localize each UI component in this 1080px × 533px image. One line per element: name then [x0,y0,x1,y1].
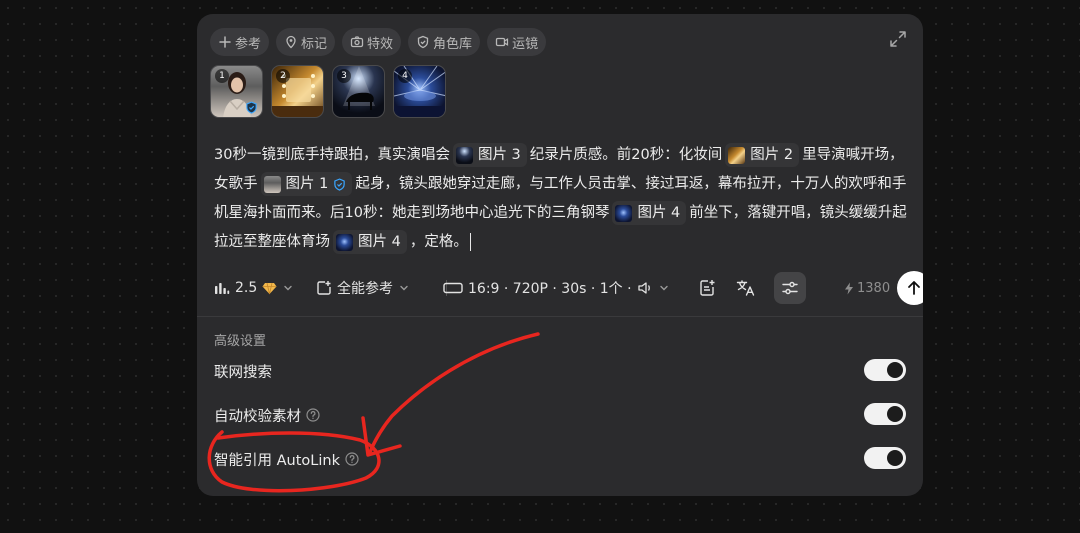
camera-movement-button[interactable]: 运镜 [487,28,547,56]
reference-thumbnail-1[interactable]: 1 [210,65,263,118]
reference-chip-label: 图片 4 [637,204,681,221]
toggle-knob [887,406,903,422]
reference-chip-label: 图片 4 [358,233,401,250]
reference-chip-image [728,146,746,164]
autolink-toggle[interactable] [864,447,906,469]
image-reference-chip-4b[interactable]: 图片 4 [333,230,407,254]
toggle-knob [887,362,903,378]
verified-shield-icon [246,101,257,114]
add-reference-button[interactable]: 参考 [210,28,270,56]
reference-thumbnail-2[interactable]: 2 [271,65,324,118]
translate-button[interactable] [730,272,762,304]
section-divider [197,316,923,317]
thumbnail-number: 1 [215,69,229,83]
aspect-ratio-icon [443,282,463,294]
bar-chart-icon [215,283,230,294]
reference-chip-image [455,146,473,164]
help-icon[interactable] [345,452,359,466]
prompt-segment: 纪录片质感。前20秒：化妆间 [529,147,723,163]
plus-icon [219,36,231,48]
add-reference-label: 参考 [235,36,262,52]
setting-label: 自动校验素材 [214,408,301,425]
chevron-down-icon [659,285,668,291]
prompt-notes-button[interactable] [691,272,723,304]
reference-chip-label: 图片 2 [750,146,794,163]
character-library-label: 角色库 [433,36,473,52]
diamond-icon [262,282,277,294]
reference-chip-image [336,233,353,251]
help-icon[interactable] [306,408,320,422]
speaker-icon [637,282,650,294]
expand-icon[interactable] [889,30,907,48]
auto-verify-toggle[interactable] [864,403,906,425]
video-camera-icon [495,37,509,47]
translate-icon [736,280,755,296]
reference-mode-select[interactable]: 全能参考 [316,271,410,305]
advanced-settings-title: 高级设置 [214,334,267,349]
thumbnail-number: 2 [276,69,290,83]
output-settings-select[interactable]: 16:9 · 720P · 30s · 1个 · [443,271,670,305]
thumbnail-number: 3 [337,69,351,83]
chevron-down-icon [400,285,408,291]
model-version-label: 2.5 [235,280,258,296]
square-plus-icon [317,281,331,295]
submit-button[interactable] [897,271,923,305]
sliders-icon [782,281,798,295]
camera-movement-label: 运镜 [512,36,539,52]
image-reference-chip-3[interactable]: 图片 3 [452,143,527,167]
reference-chip-image [263,175,281,193]
image-reference-chip-2[interactable]: 图片 2 [725,143,800,167]
prompt-panel: 参考 标记 特效 角色库 运镜 1 2 3 4 30秒一镜到底手持跟拍，真实演唱… [197,14,923,496]
reference-chip-label: 图片 1 [285,175,329,192]
advanced-settings-button[interactable] [774,272,806,304]
image-reference-chip-4[interactable]: 图片 4 [612,201,687,225]
mark-label: 标记 [301,36,328,52]
reference-toolbar: 参考 标记 特效 角色库 运镜 [210,28,547,56]
document-plus-icon [700,280,715,296]
location-pin-icon [286,35,296,49]
arrow-up-icon [908,281,920,295]
model-version-select[interactable]: 2.5 [214,271,294,305]
credit-cost: 1380 [844,271,890,305]
reference-thumbnail-3[interactable]: 3 [332,65,385,118]
shield-icon [417,35,429,49]
camera-icon [350,36,364,48]
text-cursor [469,233,472,251]
credit-cost-value: 1380 [857,280,891,296]
setting-row-web-search: 联网搜索 [214,359,906,383]
generation-toolbar: 2.5 全能参考 16:9 · 720P · 30s · 1个 · 1380 [214,271,923,305]
thumbnail-number: 4 [398,69,412,83]
character-library-button[interactable]: 角色库 [408,28,481,56]
chevron-down-icon [284,285,292,291]
verified-shield-icon [334,177,346,191]
web-search-toggle[interactable] [864,359,906,381]
effects-button[interactable]: 特效 [342,28,402,56]
setting-row-auto-verify: 自动校验素材 [214,403,906,427]
output-settings-label: 16:9 · 720P · 30s · 1个 · [468,281,632,297]
setting-label: 联网搜索 [214,364,272,381]
prompt-text-area[interactable]: 30秒一镜到底手持跟拍，真实演唱会 图片 3 纪录片质感。前20秒：化妆间 图片 2里… [214,141,914,257]
reference-chip-label: 图片 3 [477,146,521,163]
prompt-segment: ，定格。 [409,234,468,250]
reference-thumbnails: 1 2 3 4 [210,65,446,118]
image-reference-chip-1[interactable]: 图片 1 [260,172,353,196]
reference-thumbnail-4[interactable]: 4 [393,65,446,118]
setting-row-autolink: 智能引用 AutoLink [214,447,906,471]
effects-label: 特效 [367,36,394,52]
reference-chip-image [615,204,633,222]
reference-mode-label: 全能参考 [337,281,393,297]
toggle-knob [887,450,903,466]
mark-button[interactable]: 标记 [276,28,336,56]
lightning-icon [845,282,853,294]
prompt-segment: 30秒一镜到底手持跟拍，真实演唱会 [214,147,450,163]
setting-label: 智能引用 AutoLink [214,452,340,469]
